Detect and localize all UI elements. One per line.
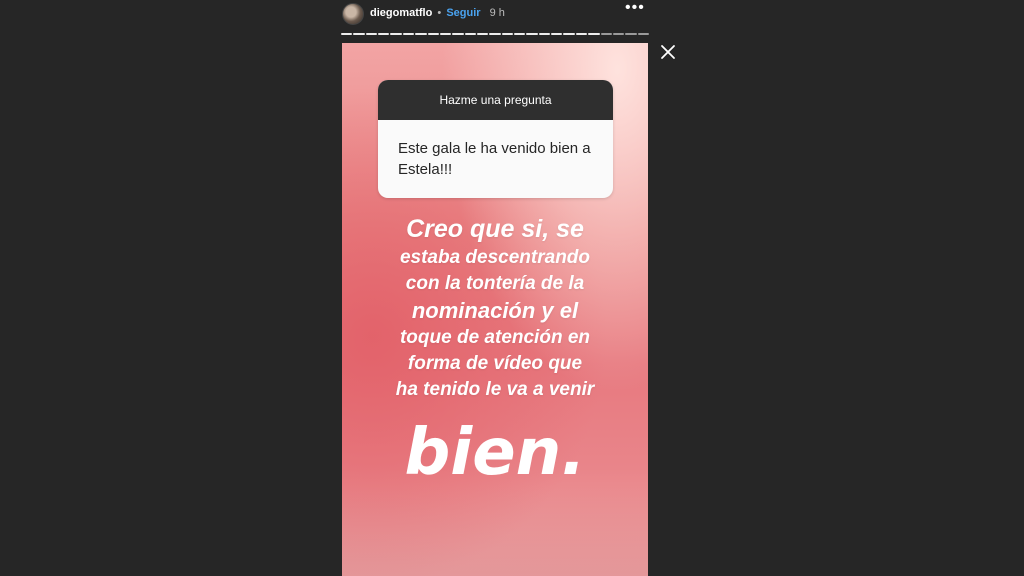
answer-text: Creo que si, se estaba descentrando con … — [352, 213, 638, 403]
progress-segment — [341, 33, 353, 35]
close-icon[interactable] — [658, 42, 678, 62]
progress-segment — [439, 33, 452, 35]
progress-segment — [390, 33, 402, 35]
progress-segment — [600, 33, 612, 35]
progress-segment — [402, 33, 415, 35]
question-sticker-title: Hazme una pregunta — [378, 80, 613, 120]
answer-line: toque de atención en — [399, 327, 591, 348]
progress-segment — [489, 33, 501, 35]
progress-segment — [501, 33, 514, 35]
separator-dot: • — [437, 7, 442, 19]
question-text: Este gala le ha venido bien a Estela!!! — [398, 140, 591, 178]
progress-segment — [625, 33, 637, 35]
answer-line: nominación y el — [411, 298, 579, 323]
answer-line: con la tontería de la — [405, 273, 585, 294]
progress-segment — [575, 33, 588, 35]
progress-segment — [464, 33, 476, 35]
progress-segment — [526, 33, 538, 35]
username-link[interactable]: diegomatflo — [370, 7, 432, 19]
answer-line: ha tenido le va a venir — [395, 379, 595, 400]
post-time: 9 h — [489, 7, 505, 19]
progress-segment — [612, 33, 625, 35]
close-icon-svg — [661, 45, 675, 59]
progress-segment — [476, 33, 489, 35]
avatar[interactable] — [342, 3, 364, 25]
story-progress-bar — [341, 33, 649, 36]
progress-segment — [563, 33, 575, 35]
question-sticker: Hazme una pregunta Este gala le ha venid… — [378, 80, 613, 198]
story-frame[interactable]: Hazme una pregunta Este gala le ha venid… — [342, 43, 648, 576]
answer-big-word: bien. — [404, 416, 586, 490]
progress-segment — [365, 33, 378, 35]
progress-segment — [427, 33, 439, 35]
answer-line: Creo que si, se — [406, 215, 584, 243]
progress-segment — [588, 33, 600, 35]
progress-segment — [514, 33, 526, 35]
progress-segment — [637, 33, 649, 35]
answer-line: forma de vídeo que — [407, 353, 583, 374]
progress-segment — [538, 33, 551, 35]
progress-segment — [415, 33, 427, 35]
story-header: diegomatflo • Seguir 9 h ••• — [341, 0, 649, 30]
progress-segment — [378, 33, 390, 35]
progress-segment — [452, 33, 464, 35]
follow-button[interactable]: Seguir — [446, 7, 480, 19]
progress-segment — [353, 33, 365, 35]
answer-line: estaba descentrando — [399, 247, 591, 268]
story-meta: diegomatflo • Seguir 9 h — [370, 7, 505, 19]
progress-segment — [551, 33, 563, 35]
more-horizontal-icon[interactable]: ••• — [625, 0, 644, 17]
